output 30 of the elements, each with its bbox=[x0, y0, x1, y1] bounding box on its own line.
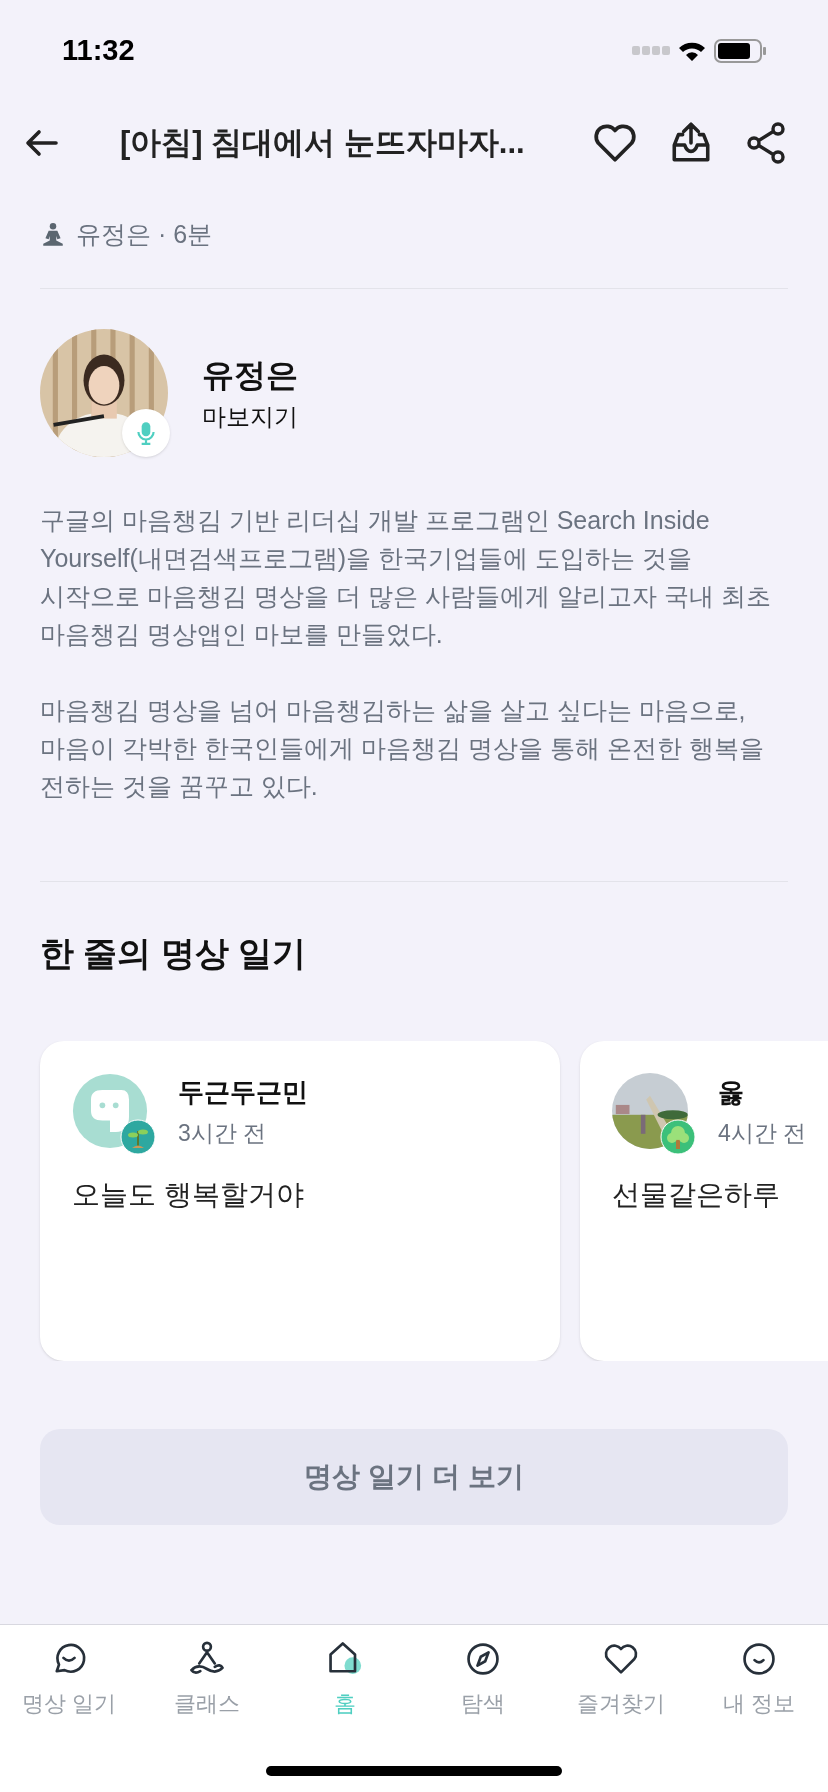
session-meta: 유정은 · 6분 bbox=[76, 219, 213, 250]
tab-bar-item[interactable]: 내 정보 bbox=[690, 1639, 828, 1720]
diary-user-name: 옳 bbox=[718, 1075, 745, 1109]
diary-card[interactable]: 옳 4시간 전 선물같은하루 bbox=[580, 1040, 828, 1361]
battery-icon bbox=[714, 39, 766, 63]
tree-badge-icon bbox=[660, 1118, 696, 1155]
teacher-name: 유정은 bbox=[202, 355, 298, 395]
tab-bar-item[interactable]: 클래스 bbox=[138, 1639, 276, 1720]
bio-paragraph: 마음챙김 명상을 넘어 마음챙김하는 삶을 살고 싶다는 마음으로, 마음이 각박한 한국인들에게 마음챙김 명상을 통해 온전한 행복을 전하는 것을 꿈꾸고 있다. bbox=[40, 694, 765, 802]
teacher-affiliation: 마보지기 bbox=[202, 401, 298, 432]
tab-bar-item[interactable]: 홈 bbox=[276, 1639, 414, 1720]
diary-text: 선물같은하루 bbox=[612, 1178, 781, 1212]
diary-user-name: 두근두근민 bbox=[178, 1075, 308, 1109]
tab-bar-item[interactable]: 탐색 bbox=[414, 1639, 552, 1720]
diary-time: 4시간 전 bbox=[718, 1118, 807, 1148]
meditation-icon bbox=[40, 221, 66, 248]
tab-bar-item[interactable]: 명상 일기 bbox=[0, 1639, 138, 1720]
page-title: [아침] 침대에서 눈뜨자마자... bbox=[120, 123, 525, 162]
signal-icon bbox=[632, 46, 670, 56]
status-time: 11:32 bbox=[62, 33, 135, 69]
tab-bar-item[interactable]: 즐겨찾기 bbox=[552, 1639, 690, 1720]
diary-text: 오늘도 행복할거야 bbox=[72, 1178, 305, 1212]
more-diary-button[interactable]: 명상 일기 더 보기 bbox=[40, 1428, 788, 1525]
wifi-icon bbox=[678, 41, 706, 61]
diary-card[interactable]: 두근두근민 3시간 전 오늘도 행복할거야 bbox=[40, 1040, 560, 1361]
diary-time: 3시간 전 bbox=[178, 1118, 268, 1148]
sprout-badge-icon bbox=[120, 1118, 156, 1155]
share-icon[interactable] bbox=[744, 121, 788, 165]
bio-paragraph: 구글의 마음챙김 기반 리더십 개발 프로그램인 Search Inside Yourself(내면검색프로그램)을 한국기업들에 도입하는 것을 시작으로 마음챙김 명상을 더 많은 사람들에게 알리고자 국내 최초 마음챙김 명상앱인 마보를 만들었다. bbox=[40, 504, 772, 650]
section-title: 한 줄의 명상 일기 bbox=[39, 932, 308, 974]
